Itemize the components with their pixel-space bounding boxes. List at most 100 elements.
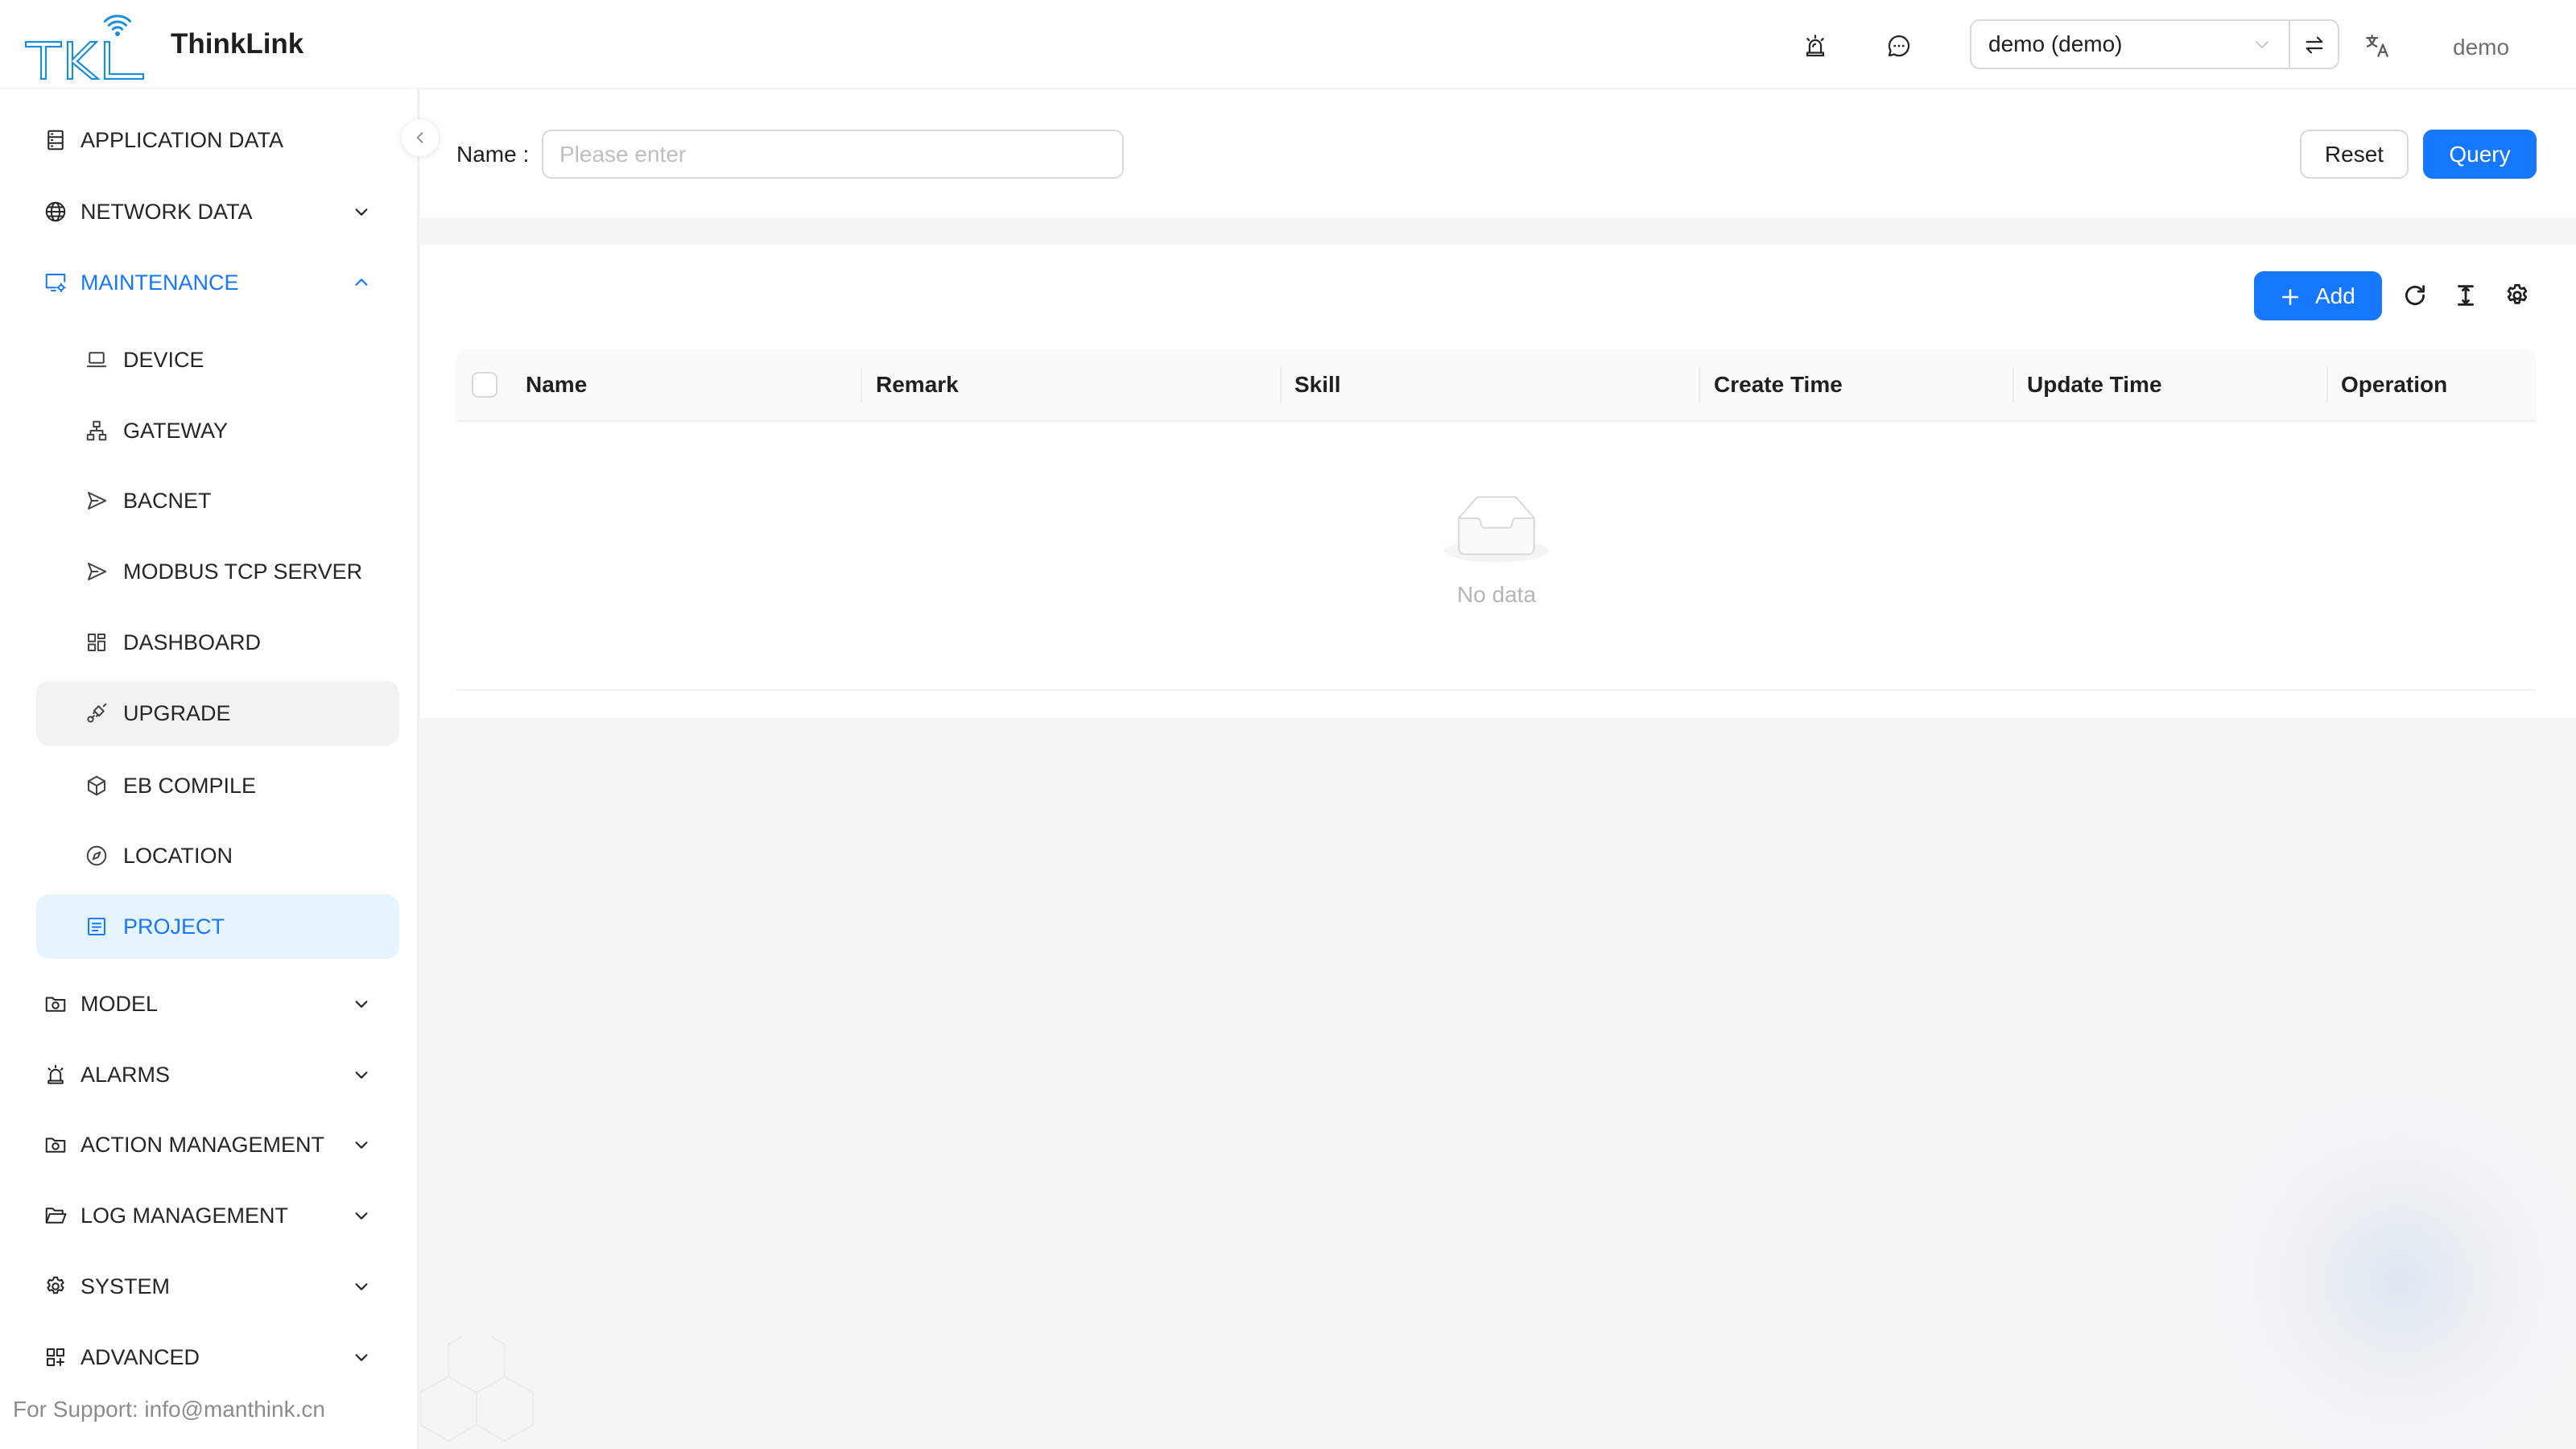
sidebar-item-label: MODBUS TCP SERVER (123, 559, 363, 584)
sidebar-item-network-data[interactable]: NETWORK DATA (36, 180, 399, 244)
sidebar-item-dashboard[interactable]: DASHBOARD (36, 610, 399, 675)
search-form: Name : Reset Query (420, 89, 2576, 218)
sidebar-item-model[interactable]: MODEL (36, 972, 399, 1036)
name-search-input[interactable] (542, 130, 1124, 179)
chevron-down-icon (353, 995, 370, 1013)
chevron-down-icon (353, 1278, 370, 1295)
sidebar-item-bacnet[interactable]: BACNET (36, 469, 399, 533)
alert-icon[interactable] (1802, 32, 1829, 60)
sidebar-item-label: LOG MANAGEMENT (80, 1203, 289, 1228)
sidebar-item-modbus-tcp-server[interactable]: MODBUS TCP SERVER (36, 539, 399, 604)
translate-icon[interactable] (2363, 32, 2391, 60)
laptop-icon (85, 348, 109, 372)
column-header-name[interactable]: Name (526, 349, 587, 420)
add-button-label: Add (2315, 283, 2355, 308)
sidebar-item-label: ACTION MANAGEMENT (80, 1133, 325, 1157)
sidebar-item-label: MODEL (80, 992, 159, 1016)
sidebar-item-upgrade[interactable]: UPGRADE (36, 681, 399, 745)
user-menu[interactable]: demo (2453, 31, 2509, 64)
sidebar-item-system[interactable]: SYSTEM (36, 1254, 399, 1319)
chevron-down-icon (353, 1348, 370, 1366)
cluster-icon (85, 419, 109, 443)
sidebar-item-advanced[interactable]: ADVANCED (36, 1325, 399, 1389)
desktop-gear-icon (43, 270, 68, 295)
sidebar-item-location[interactable]: LOCATION (36, 824, 399, 888)
sidebar-item-label: GATEWAY (123, 419, 229, 443)
setting-icon[interactable] (2504, 282, 2531, 309)
sidebar-item-eb-compile[interactable]: EB COMPILE (36, 753, 399, 818)
sidebar-item-application-data[interactable]: APPLICATION DATA (36, 108, 399, 172)
name-field-label: Name : (456, 142, 530, 167)
sidebar-item-log-management[interactable]: LOG MANAGEMENT (36, 1183, 399, 1248)
column-divider[interactable] (2326, 367, 2328, 402)
sidebar-item-label: SYSTEM (80, 1274, 171, 1298)
api-icon (85, 701, 109, 725)
sidebar-item-label: NETWORK DATA (80, 200, 253, 224)
hexagon-decoration (420, 1336, 534, 1442)
reload-icon[interactable] (2401, 282, 2429, 309)
query-button[interactable]: Query (2423, 130, 2537, 179)
sidebar-collapse-button[interactable] (401, 118, 440, 157)
chevron-down-icon (353, 1066, 370, 1084)
sidebar-item-label: EB COMPILE (123, 774, 257, 798)
thinklink-logo[interactable] (24, 13, 147, 80)
inbox-empty-icon (1444, 495, 1549, 563)
reset-button[interactable]: Reset (2300, 130, 2409, 179)
column-header-remark[interactable]: Remark (876, 349, 959, 420)
camera-folder-icon (43, 992, 68, 1016)
column-divider[interactable] (1280, 367, 1282, 402)
profile-icon (85, 914, 109, 939)
table-header: Name Remark Skill Create Time Update Tim… (456, 349, 2537, 422)
column-height-icon[interactable] (2452, 282, 2479, 309)
sidebar: APPLICATION DATA NETWORK DATA MAINTENANC… (0, 89, 419, 1449)
sidebar-item-alarms[interactable]: ALARMS (36, 1042, 399, 1107)
sidebar-item-label: MAINTENANCE (80, 270, 239, 295)
app-title: ThinkLink (171, 28, 304, 60)
column-divider[interactable] (861, 367, 862, 402)
message-icon[interactable] (1885, 32, 1913, 60)
top-header: ThinkLink demo (demo) demo (0, 0, 2576, 89)
chevron-down-icon (353, 1207, 370, 1224)
appstore-add-icon (43, 1345, 68, 1369)
sidebar-item-label: DASHBOARD (123, 630, 262, 654)
sidebar-item-gateway[interactable]: GATEWAY (36, 398, 399, 463)
sidebar-item-label: DEVICE (123, 348, 204, 372)
select-all-checkbox[interactable] (472, 372, 497, 398)
compass-icon (85, 844, 109, 868)
sidebar-item-label: ALARMS (80, 1063, 171, 1087)
send-icon (85, 489, 109, 513)
switch-tenant-button[interactable] (2289, 19, 2339, 69)
sidebar-item-project[interactable]: PROJECT (36, 894, 399, 959)
add-button[interactable]: Add (2254, 271, 2382, 320)
folder-open-icon (43, 1203, 68, 1228)
column-header-operation: Operation (2341, 372, 2448, 397)
column-divider[interactable] (1699, 367, 1700, 402)
background-decoration (2174, 1071, 2576, 1449)
column-header-update-time[interactable]: Update Time (2027, 349, 2162, 420)
column-header-skill[interactable]: Skill (1294, 349, 1341, 420)
chevron-up-icon (353, 274, 370, 291)
sidebar-item-label: UPGRADE (123, 701, 231, 725)
database-icon (43, 128, 68, 152)
chevron-down-icon (2252, 35, 2272, 54)
tenant-select-value: demo (demo) (1988, 31, 2123, 56)
support-contact: For Support: info@manthink.cn (13, 1397, 325, 1422)
plus-icon (2280, 287, 2301, 308)
chevron-down-icon (353, 203, 370, 221)
column-header-create-time[interactable]: Create Time (1714, 349, 1843, 420)
sidebar-item-action-management[interactable]: ACTION MANAGEMENT (36, 1113, 399, 1177)
global-icon (43, 200, 68, 224)
tenant-select[interactable]: demo (demo) (1970, 19, 2290, 69)
app-root: ThinkLink demo (demo) demo APPLICATION D… (0, 0, 2576, 1449)
sidebar-item-label: BACNET (123, 489, 212, 513)
sidebar-item-device[interactable]: DEVICE (36, 328, 399, 392)
send-icon (85, 559, 109, 584)
sidebar-item-label: PROJECT (123, 914, 225, 939)
chevron-down-icon (353, 1136, 370, 1154)
column-divider[interactable] (2013, 367, 2014, 402)
code-sandbox-icon (85, 774, 109, 798)
project-table-card: Add Name Remark Skill Create Time Update… (420, 245, 2576, 718)
sidebar-item-maintenance[interactable]: MAINTENANCE (36, 250, 399, 315)
empty-state-text: No data (1456, 582, 1537, 607)
sidebar-item-label: APPLICATION DATA (80, 128, 284, 152)
